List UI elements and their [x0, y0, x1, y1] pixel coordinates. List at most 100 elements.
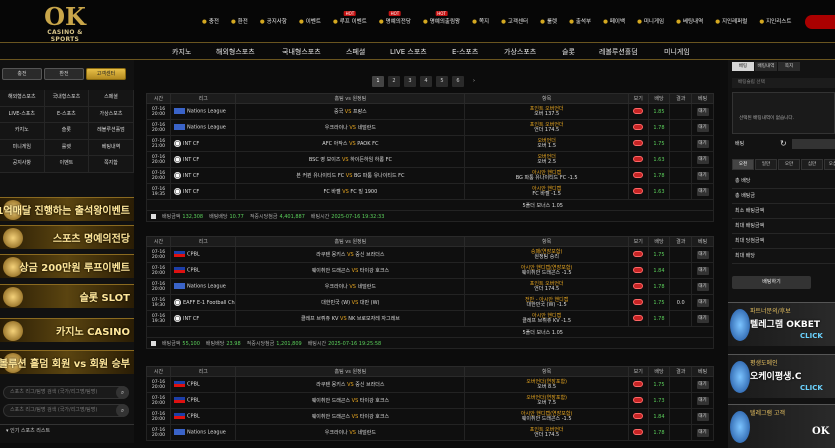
- amount-button[interactable]: 일만: [755, 159, 777, 170]
- amount-button[interactable]: 십만: [801, 159, 823, 170]
- page-button[interactable]: 6: [452, 76, 464, 87]
- left-menu-item[interactable]: 스페셜: [89, 90, 134, 106]
- left-menu-item[interactable]: 쪽지함: [89, 156, 134, 172]
- top-nav-item[interactable]: ● 지인리스트: [753, 17, 797, 25]
- eye-icon[interactable]: [633, 171, 644, 178]
- promo-banner[interactable]: 레볼루션 홀덤 회원 vs 회원 승부: [0, 350, 134, 374]
- category-tab[interactable]: 가상스포츠: [504, 47, 536, 57]
- page-button[interactable]: ›: [468, 76, 480, 87]
- category-tab[interactable]: E-스포츠: [452, 47, 478, 57]
- team-search-input[interactable]: 스포츠 리그/팀명 검색 (국가/리그명/팀명) ⌕: [3, 404, 129, 417]
- left-menu-item[interactable]: 카지노: [0, 123, 45, 139]
- category-tab[interactable]: 미니게임: [664, 47, 690, 57]
- category-tab[interactable]: 슬롯: [562, 47, 575, 57]
- betslip-select[interactable]: 배팅슬립 선택: [732, 78, 835, 88]
- select-checkbox[interactable]: [151, 340, 156, 346]
- top-nav-item[interactable]: ● 이벤트: [293, 17, 327, 25]
- amount-button[interactable]: 오만: [778, 159, 800, 170]
- partner-banner[interactable]: 파트너문의/후보 텔레그램 OKBET CLICK: [728, 302, 835, 346]
- eye-icon[interactable]: [633, 298, 644, 305]
- pick-cell: 오버언더 오버 1.5: [464, 135, 629, 152]
- eye-icon[interactable]: [633, 139, 644, 146]
- left-menu-item[interactable]: 국내형스포츠: [44, 90, 90, 106]
- left-menu-item[interactable]: 미니게임: [0, 139, 45, 155]
- page-button[interactable]: 5: [436, 76, 448, 87]
- top-nav-item[interactable]: ● 명예의전당 HOT: [373, 11, 417, 25]
- eye-icon[interactable]: [633, 380, 644, 387]
- search-icon[interactable]: ⌕: [116, 386, 129, 399]
- page-button[interactable]: 4: [420, 76, 432, 87]
- top-nav-item[interactable]: ● 지인레퍼럴: [709, 17, 753, 25]
- left-menu-item[interactable]: 베팅내역: [89, 139, 134, 155]
- eye-icon[interactable]: [633, 250, 644, 257]
- league-search-input[interactable]: 스포츠 리그/팀명 검색 (국가/리그명/팀명) ⌕: [3, 386, 129, 399]
- promo-banner[interactable]: 스포츠 명예의전당: [0, 225, 134, 249]
- left-menu-item[interactable]: 슬롯: [44, 123, 90, 139]
- eye-icon[interactable]: [633, 396, 644, 403]
- search-placeholder: 스포츠 리그/팀명 검색 (국가/리그명/팀명): [10, 407, 98, 413]
- pick-selection: FC 바젤 -1.5: [532, 190, 561, 197]
- eye-icon[interactable]: [633, 412, 644, 419]
- site-logo[interactable]: OK CASINO & SPORTS: [32, 5, 98, 44]
- top-nav-item[interactable]: ● 출석부: [563, 17, 597, 25]
- deposit-button[interactable]: 충전: [2, 68, 42, 80]
- left-menu-item[interactable]: E-스포츠: [44, 106, 90, 122]
- corner-logo[interactable]: OK: [812, 426, 829, 437]
- bet-amount-input[interactable]: [792, 139, 835, 149]
- page-button[interactable]: 3: [404, 76, 416, 87]
- tab-bet[interactable]: 배팅: [732, 62, 754, 71]
- left-menu-item[interactable]: 가상스포츠: [89, 106, 134, 122]
- category-tab[interactable]: 해외형스포츠: [216, 47, 255, 57]
- eye-icon[interactable]: [633, 107, 644, 114]
- category-tab[interactable]: 스페셜: [346, 47, 365, 57]
- left-menu-item[interactable]: LIVE-스포츠: [0, 106, 45, 122]
- category-tab[interactable]: LIVE 스포츠: [390, 47, 427, 57]
- login-button[interactable]: [805, 15, 835, 29]
- search-icon[interactable]: ⌕: [116, 404, 129, 417]
- top-nav-item[interactable]: ● 미니게임: [631, 17, 670, 25]
- eye-icon[interactable]: [633, 428, 644, 435]
- tab-bet-history[interactable]: 배팅내역: [755, 62, 777, 71]
- eye-icon[interactable]: [633, 266, 644, 273]
- top-nav-item[interactable]: ● 충전: [196, 17, 225, 25]
- promo-banner[interactable]: 카지노 CASINO: [0, 318, 134, 342]
- amount-button[interactable]: 오천: [732, 159, 754, 170]
- eye-icon[interactable]: [633, 187, 644, 194]
- eye-icon[interactable]: [633, 314, 644, 321]
- left-menu-item[interactable]: 해외형스포츠: [0, 90, 45, 106]
- left-menu-item[interactable]: 레볼루션홀덤: [89, 123, 134, 139]
- category-tab[interactable]: 레볼루션홀덤: [599, 47, 638, 57]
- partner-banner[interactable]: 평생도메인 오케이평생.C CLICK: [728, 354, 835, 398]
- top-nav-item[interactable]: ● 명예의출림왕 HOT: [417, 11, 466, 25]
- tab-messages[interactable]: 쪽지: [778, 62, 800, 71]
- place-bet-button[interactable]: 배팅하기: [732, 276, 811, 289]
- promo-banner[interactable]: 상금 200만원 루프이벤트: [0, 254, 134, 278]
- left-menu-item[interactable]: 공지사항: [0, 156, 45, 172]
- select-checkbox[interactable]: [151, 213, 156, 219]
- left-menu-item[interactable]: 룰렛: [44, 139, 90, 155]
- eye-icon[interactable]: [633, 282, 644, 289]
- top-nav-item[interactable]: ● 루프 이벤트 HOT: [327, 11, 373, 25]
- promo-banner[interactable]: 1억매달 진행하는 출석왕이벤트: [0, 197, 134, 221]
- promo-banner[interactable]: 슬롯 SLOT: [0, 284, 134, 308]
- top-nav-item[interactable]: ● 공지사항: [254, 17, 293, 25]
- eye-icon[interactable]: [633, 123, 644, 130]
- category-tab[interactable]: 국내형스포츠: [282, 47, 321, 57]
- top-nav-item[interactable]: ● 페이백: [597, 17, 631, 25]
- top-nav-item[interactable]: ● 베팅내역: [670, 17, 709, 25]
- refresh-icon[interactable]: ↻: [780, 139, 787, 149]
- category-tab[interactable]: 카지노: [172, 47, 191, 57]
- top-nav-item[interactable]: ● 룰렛: [534, 17, 563, 25]
- left-menu-item[interactable]: 이벤트: [44, 156, 90, 172]
- page-button[interactable]: 2: [388, 76, 400, 87]
- top-nav-item[interactable]: ● 쪽지: [466, 17, 495, 25]
- top-nav-item[interactable]: ● 고객센터: [495, 17, 534, 25]
- withdraw-button[interactable]: 환전: [44, 68, 84, 80]
- support-button[interactable]: 고객센터: [86, 68, 126, 80]
- top-nav-item[interactable]: ● 환전: [225, 17, 254, 25]
- eye-icon[interactable]: [633, 155, 644, 162]
- popular-sports-list[interactable]: ▾ 인기 스포츠 리스트: [0, 424, 134, 438]
- page-button[interactable]: 1: [372, 76, 384, 87]
- amount-button[interactable]: 오십만: [824, 159, 835, 170]
- league-flag-icon: [173, 124, 185, 131]
